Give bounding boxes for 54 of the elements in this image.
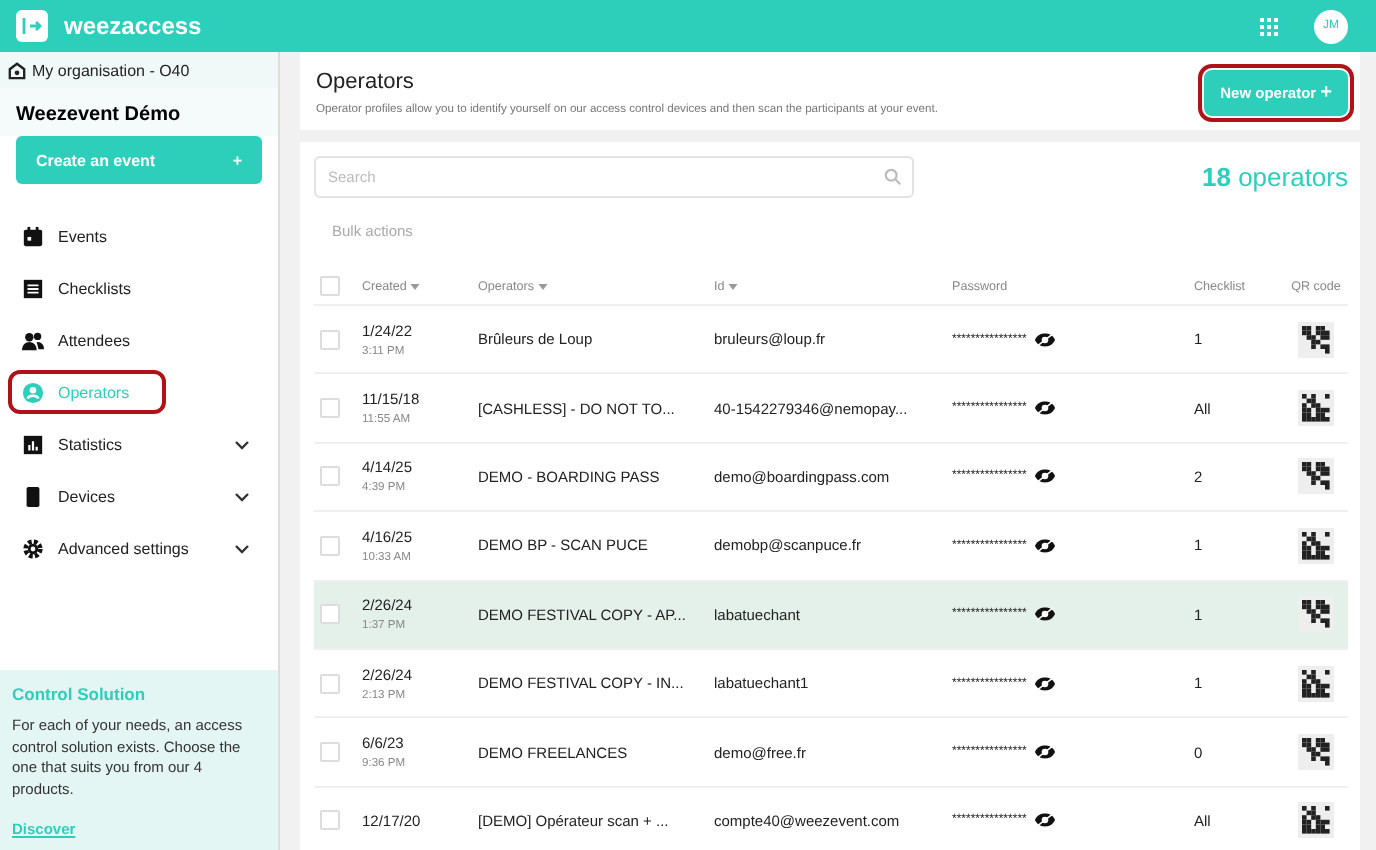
qr-code-icon[interactable] xyxy=(1298,458,1334,495)
people-icon xyxy=(22,329,44,351)
row-checkbox[interactable] xyxy=(320,604,340,625)
logo-text: weezaccess xyxy=(64,12,202,40)
calendar-icon xyxy=(22,225,44,247)
eye-icon[interactable] xyxy=(1034,812,1057,829)
select-all-checkbox[interactable] xyxy=(320,276,340,296)
sidebar-item[interactable]: Advanced settings xyxy=(8,526,270,570)
eye-icon[interactable] xyxy=(1034,744,1057,761)
sidebar-item[interactable]: Devices xyxy=(8,474,270,518)
eye-icon[interactable] xyxy=(1034,606,1057,623)
chevron-down-icon xyxy=(234,543,250,553)
person-circle-icon xyxy=(22,381,44,403)
row-checkbox[interactable] xyxy=(320,535,340,556)
chevron-down-icon xyxy=(234,439,250,449)
qr-code-icon[interactable] xyxy=(1298,321,1334,358)
qr-code-icon[interactable] xyxy=(1298,734,1334,771)
eye-icon[interactable] xyxy=(1034,468,1057,485)
eye-icon[interactable] xyxy=(1034,675,1057,692)
organisation-name: My organisation - O40 xyxy=(32,61,190,79)
bar-chart-icon xyxy=(22,433,44,455)
row-checkbox[interactable] xyxy=(320,466,340,487)
qr-code-icon[interactable] xyxy=(1298,802,1334,839)
row-checkbox[interactable] xyxy=(320,673,340,694)
organisation-selector[interactable]: My organisation - O40 xyxy=(0,52,278,88)
sidebar-item[interactable]: Attendees xyxy=(8,318,270,362)
sidebar-item[interactable]: Statistics xyxy=(8,422,270,466)
search-icon xyxy=(884,168,902,186)
row-checkbox[interactable] xyxy=(320,810,340,831)
eye-icon[interactable] xyxy=(1034,331,1057,348)
caret-icon xyxy=(538,283,548,289)
sidebar-item[interactable]: Events xyxy=(8,214,270,258)
phone-icon xyxy=(22,485,44,507)
qr-code-icon[interactable] xyxy=(1298,390,1334,427)
list-icon xyxy=(22,277,44,299)
organisation-icon xyxy=(8,61,26,79)
qr-code-icon[interactable] xyxy=(1298,527,1334,564)
caret-icon xyxy=(728,283,739,289)
logo-icon xyxy=(16,10,48,42)
chevron-down-icon xyxy=(234,491,250,501)
row-checkbox[interactable] xyxy=(320,329,340,350)
promo-title: Control Solution xyxy=(12,684,148,704)
page-title: Operators xyxy=(316,70,416,94)
row-checkbox[interactable] xyxy=(320,742,340,763)
event-name: Weezevent Démo xyxy=(0,88,278,136)
eye-icon[interactable] xyxy=(1034,400,1057,417)
qr-code-icon[interactable] xyxy=(1298,665,1334,702)
gear-icon xyxy=(22,537,44,559)
eye-icon[interactable] xyxy=(1034,537,1057,554)
sidebar-item[interactable]: Checklists xyxy=(8,266,270,310)
operator-count: 18 operators xyxy=(1201,162,1348,192)
caret-icon xyxy=(410,283,421,289)
row-checkbox[interactable] xyxy=(320,398,340,419)
qr-code-icon[interactable] xyxy=(1298,596,1334,633)
